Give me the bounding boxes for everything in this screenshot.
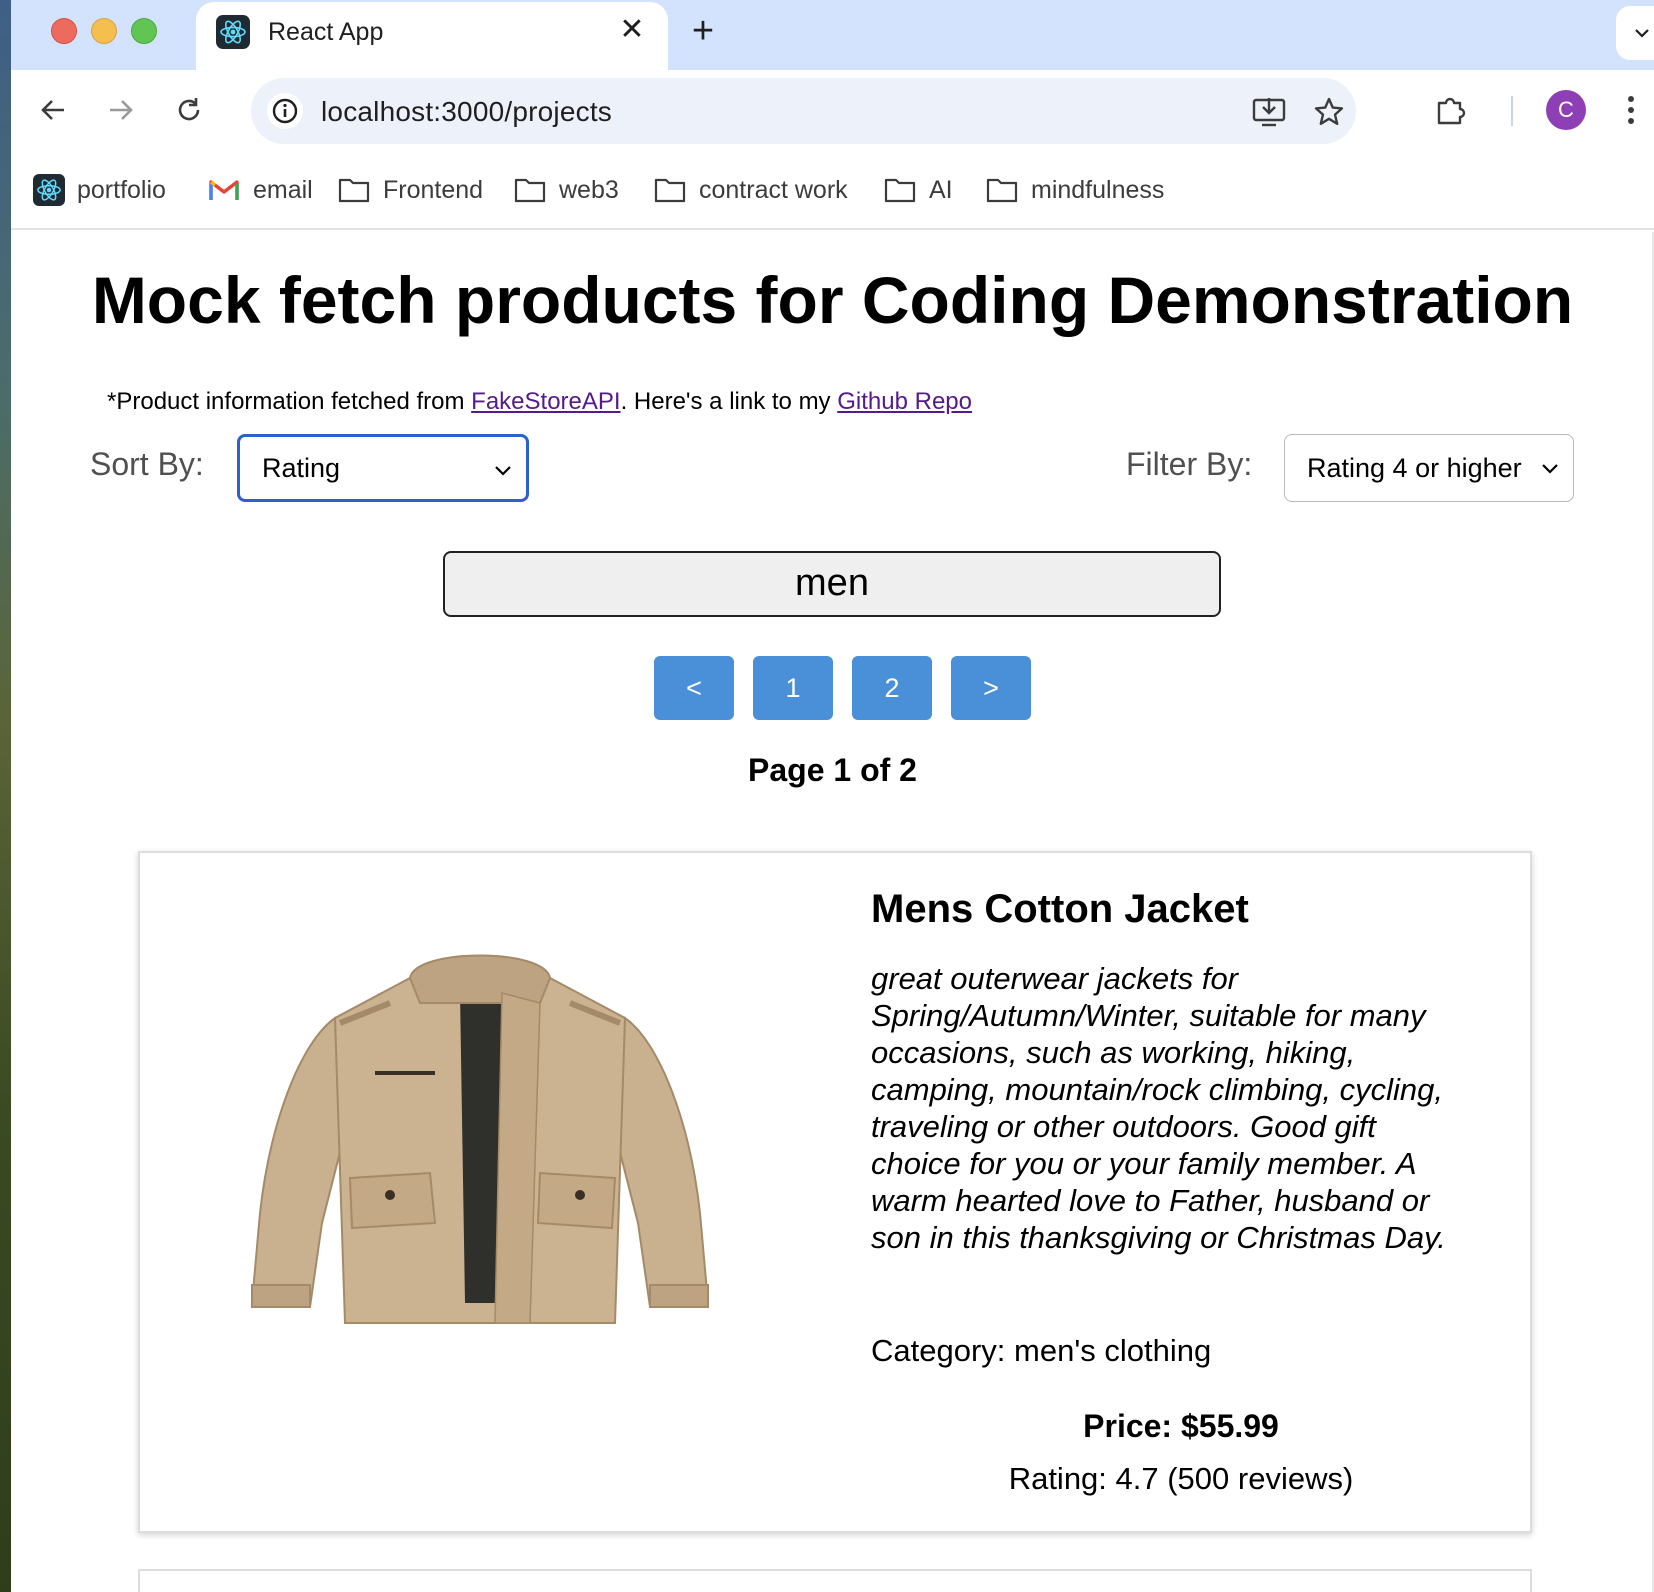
- bookmark-label: portfolio: [77, 175, 166, 204]
- chevron-down-icon: [1542, 464, 1558, 474]
- bookmark-portfolio[interactable]: portfolio: [33, 170, 166, 210]
- search-input[interactable]: men: [443, 551, 1221, 617]
- product-card-next: [138, 1569, 1532, 1592]
- folder-icon: [883, 175, 917, 205]
- bookmark-folder-mindfulness[interactable]: mindfulness: [985, 170, 1164, 210]
- bookmark-folder-ai[interactable]: AI: [883, 170, 953, 210]
- bookmark-folder-contract-work[interactable]: contract work: [653, 170, 848, 210]
- filter-select[interactable]: Rating 4 or higher: [1284, 434, 1574, 502]
- bookmark-label: contract work: [699, 175, 848, 204]
- github-repo-link[interactable]: Github Repo: [837, 388, 972, 415]
- tab-strip: React App ✕ +: [11, 0, 1654, 70]
- bookmark-folder-frontend[interactable]: Frontend: [337, 170, 483, 210]
- bookmark-label: mindfulness: [1031, 175, 1165, 204]
- info-middle: . Here's a link to my: [620, 388, 838, 415]
- browser-window: React App ✕ + localhost:3000/projects C …: [11, 0, 1654, 1592]
- reload-button[interactable]: [167, 88, 211, 132]
- new-tab-button[interactable]: +: [681, 10, 725, 54]
- forward-button[interactable]: [99, 88, 143, 132]
- tab-react-app[interactable]: React App ✕: [196, 2, 668, 70]
- reload-icon: [178, 98, 200, 121]
- extensions-puzzle-icon[interactable]: [1431, 90, 1471, 130]
- tab-search-button[interactable]: [1616, 6, 1654, 60]
- site-info-icon[interactable]: [267, 93, 303, 129]
- close-window-button[interactable]: [51, 18, 77, 44]
- bookmark-label: Frontend: [383, 175, 484, 204]
- bookmark-star-icon[interactable]: [1311, 94, 1347, 130]
- desktop-wallpaper-edge: [0, 0, 11, 1592]
- react-icon: [216, 15, 250, 49]
- folder-icon: [653, 175, 687, 205]
- folder-icon: [985, 175, 1019, 205]
- tab-title: React App: [268, 18, 384, 46]
- page-1-button[interactable]: 1: [753, 656, 833, 720]
- product-card: Mens Cotton Jacket great outerwear jacke…: [138, 851, 1532, 1533]
- url-text[interactable]: localhost:3000/projects: [321, 96, 612, 128]
- gmail-icon: [207, 175, 241, 205]
- react-icon: [33, 174, 65, 206]
- sort-select[interactable]: Rating: [237, 434, 529, 502]
- filter-label: Filter By:: [1126, 446, 1253, 482]
- profile-avatar[interactable]: C: [1546, 90, 1586, 130]
- page-title: Mock fetch products for Coding Demonstra…: [91, 263, 1574, 337]
- bookmark-folder-web3[interactable]: web3: [513, 170, 619, 210]
- sort-selected-value: Rating: [262, 452, 341, 483]
- bookmark-label: web3: [559, 175, 619, 204]
- product-name: Mens Cotton Jacket: [871, 887, 1249, 931]
- bookmark-label: email: [253, 175, 313, 204]
- maximize-window-button[interactable]: [131, 18, 157, 44]
- browser-toolbar: localhost:3000/projects C: [11, 70, 1654, 150]
- filter-selected-value: Rating 4 or higher: [1307, 452, 1522, 483]
- address-bar[interactable]: localhost:3000/projects: [251, 78, 1356, 144]
- chevron-down-icon: [495, 466, 511, 476]
- back-button[interactable]: [31, 88, 75, 132]
- product-description: great outerwear jackets for Spring/Autum…: [871, 961, 1446, 1255]
- fakestoreapi-link[interactable]: FakeStoreAPI: [471, 388, 620, 415]
- bookmark-label: AI: [929, 175, 953, 204]
- info-text: *Product information fetched from FakeSt…: [107, 388, 972, 416]
- page-indicator: Page 1 of 2: [748, 752, 917, 788]
- chevron-down-icon: [1635, 29, 1649, 38]
- bookmarks-bar: portfolio email Frontend web3 contract w…: [11, 150, 1654, 230]
- prev-page-button[interactable]: <: [654, 656, 734, 720]
- info-prefix: *Product information fetched from: [107, 388, 472, 415]
- product-rating: Rating: 4.7 (500 reviews): [1008, 1461, 1354, 1496]
- page-content: Mock fetch products for Coding Demonstra…: [11, 232, 1654, 1592]
- folder-icon: [513, 175, 547, 205]
- page-2-button[interactable]: 2: [852, 656, 932, 720]
- product-category: Category: men's clothing: [871, 1333, 1212, 1368]
- forward-arrow-icon: [110, 100, 133, 120]
- install-app-icon[interactable]: [1251, 94, 1287, 130]
- sort-label: Sort By:: [90, 446, 204, 482]
- product-price: Price: $55.99: [1083, 1408, 1279, 1444]
- next-page-button[interactable]: >: [951, 656, 1031, 720]
- minimize-window-button[interactable]: [91, 18, 117, 44]
- folder-icon: [337, 175, 371, 205]
- bookmark-email[interactable]: email: [207, 170, 313, 210]
- back-arrow-icon: [41, 100, 64, 120]
- more-menu-icon[interactable]: [1611, 90, 1651, 130]
- close-tab-icon[interactable]: ✕: [614, 12, 650, 48]
- toolbar-divider: [1511, 96, 1513, 126]
- product-image: [240, 923, 720, 1343]
